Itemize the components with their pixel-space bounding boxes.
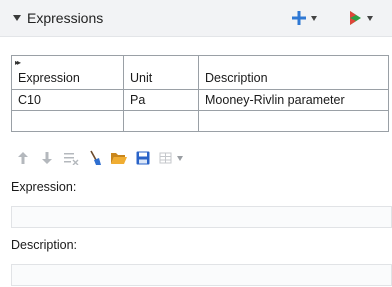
cell-expression[interactable]: C10 — [11, 89, 124, 111]
cell-expression[interactable] — [11, 110, 124, 132]
table-toolbar — [12, 147, 188, 169]
column-header-unit[interactable]: Unit — [123, 55, 199, 90]
expression-field[interactable] — [11, 206, 392, 228]
column-header-expression[interactable]: ▸▸ Expression — [11, 55, 124, 90]
table-header-row: ▸▸ Expression Unit Description — [11, 55, 389, 90]
move-down-button[interactable] — [36, 148, 58, 168]
description-label: Description: — [11, 238, 77, 252]
cell-description[interactable] — [198, 110, 389, 132]
table-row[interactable] — [11, 110, 389, 132]
clear-brush-icon — [90, 150, 101, 165]
chevron-down-icon — [177, 155, 183, 161]
table-settings-button[interactable] — [156, 148, 186, 168]
chevron-down-icon — [311, 15, 317, 21]
expressions-section-header[interactable]: Expressions — [0, 0, 392, 37]
cell-unit[interactable] — [123, 110, 199, 132]
save-to-file-button[interactable] — [132, 148, 154, 168]
evaluate-icon — [350, 11, 361, 25]
cell-unit[interactable]: Pa — [123, 89, 199, 111]
load-from-file-button[interactable] — [108, 148, 130, 168]
plus-icon — [292, 11, 306, 25]
section-title: Expressions — [27, 10, 104, 26]
move-up-button[interactable] — [12, 148, 34, 168]
table-settings-icon — [159, 152, 172, 164]
column-header-description[interactable]: Description — [198, 55, 389, 90]
description-field[interactable] — [11, 264, 392, 286]
evaluate-button[interactable] — [348, 8, 373, 28]
clear-button[interactable] — [84, 148, 106, 168]
open-folder-icon — [111, 153, 127, 164]
expressions-table[interactable]: ▸▸ Expression Unit Description C10 Pa Mo… — [11, 55, 389, 132]
delete-rows-icon — [64, 153, 79, 165]
collapse-arrow-icon[interactable] — [13, 15, 21, 21]
double-arrow-icon: ▸▸ — [15, 58, 21, 67]
add-expression-button[interactable] — [292, 8, 317, 28]
chevron-down-icon — [367, 15, 373, 21]
arrow-down-icon — [42, 152, 52, 164]
delete-rows-button[interactable] — [60, 148, 82, 168]
cell-description[interactable]: Mooney-Rivlin parameter — [198, 89, 389, 111]
expression-label: Expression: — [11, 180, 77, 194]
save-icon — [136, 151, 150, 165]
arrow-up-icon — [18, 152, 28, 164]
table-row[interactable]: C10 Pa Mooney-Rivlin parameter — [11, 89, 389, 111]
